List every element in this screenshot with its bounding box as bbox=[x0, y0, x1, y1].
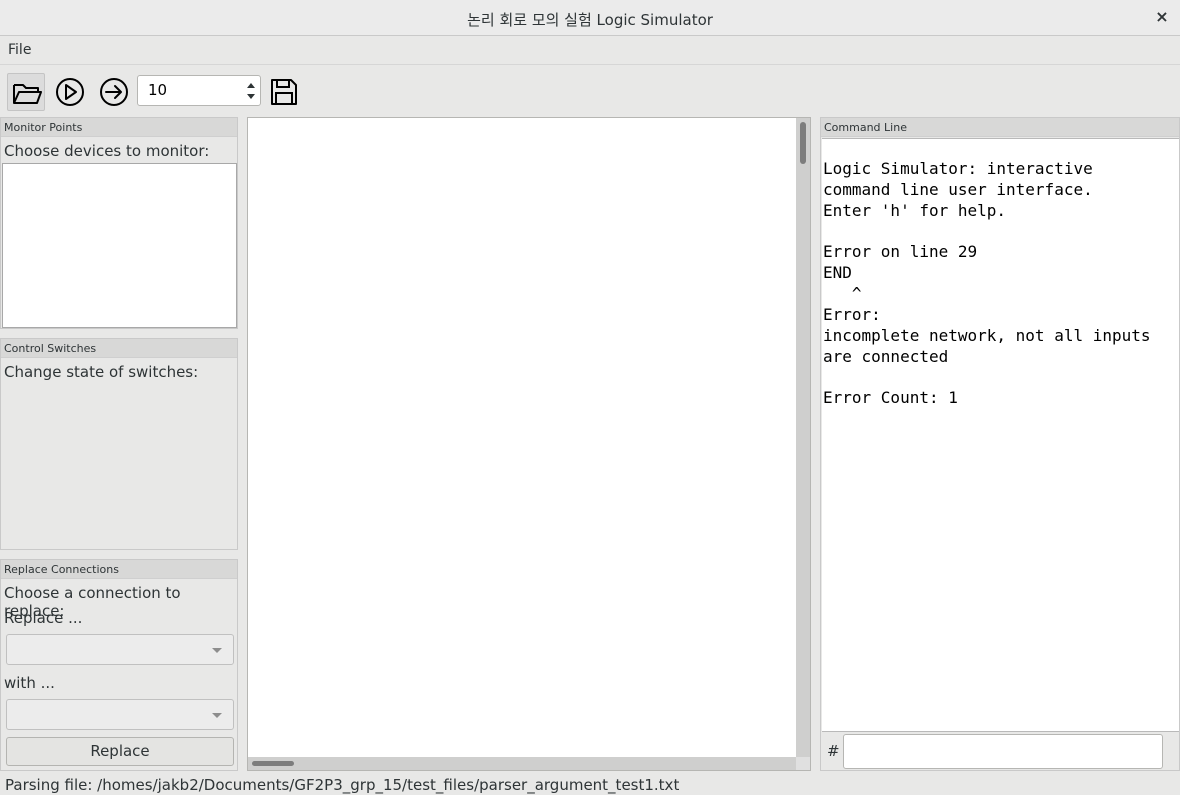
output-line: incomplete network, not all inputs bbox=[823, 326, 1151, 345]
control-switches-title: Control Switches bbox=[1, 339, 237, 358]
command-output: Logic Simulator: interactive command lin… bbox=[822, 138, 1179, 732]
save-button[interactable] bbox=[265, 73, 303, 111]
scroll-corner bbox=[796, 757, 810, 770]
prompt-symbol: # bbox=[827, 742, 840, 760]
output-line: ^ bbox=[823, 284, 862, 303]
vertical-scrollbar[interactable] bbox=[796, 118, 810, 758]
save-icon bbox=[271, 79, 297, 105]
continue-button[interactable] bbox=[95, 73, 133, 111]
toolbar: 10 bbox=[0, 66, 1180, 116]
chevron-down-icon bbox=[212, 648, 222, 653]
with-connection-dropdown[interactable] bbox=[6, 699, 234, 730]
open-folder-icon bbox=[13, 84, 42, 104]
cycles-value[interactable]: 10 bbox=[148, 81, 167, 99]
continue-icon bbox=[100, 78, 128, 106]
status-bar: Parsing file: /homes/jakb2/Documents/GF2… bbox=[0, 773, 1180, 795]
horizontal-scroll-thumb[interactable] bbox=[252, 761, 294, 766]
run-icon bbox=[56, 78, 84, 106]
monitor-points-panel: Monitor Points Choose devices to monitor… bbox=[0, 117, 238, 329]
open-file-button[interactable] bbox=[7, 73, 45, 111]
control-switches-panel: Control Switches Change state of switche… bbox=[0, 338, 238, 550]
spin-arrows bbox=[240, 76, 260, 105]
command-input[interactable] bbox=[843, 734, 1163, 769]
run-button[interactable] bbox=[51, 73, 89, 111]
circuit-canvas[interactable] bbox=[247, 117, 811, 771]
status-text: Parsing file: /homes/jakb2/Documents/GF2… bbox=[5, 776, 680, 794]
output-line: command line user interface. bbox=[823, 180, 1093, 199]
output-line: END bbox=[823, 263, 852, 282]
title-bar: 논리 회로 모의 실험 Logic Simulator × bbox=[0, 0, 1180, 36]
cycles-spinbox[interactable]: 10 bbox=[137, 75, 261, 106]
window-title: 논리 회로 모의 실험 Logic Simulator bbox=[467, 11, 713, 29]
horizontal-scrollbar[interactable] bbox=[248, 757, 797, 770]
command-line-title: Command Line bbox=[821, 118, 1179, 137]
replace-label: Replace ... bbox=[4, 609, 83, 627]
replace-connections-panel: Replace Connections Choose a connection … bbox=[0, 559, 238, 771]
output-line: Enter 'h' for help. bbox=[823, 201, 1007, 220]
output-line: Logic Simulator: interactive bbox=[823, 159, 1093, 178]
replace-button[interactable]: Replace bbox=[6, 737, 234, 766]
vertical-scroll-thumb[interactable] bbox=[800, 122, 806, 164]
monitor-devices-list[interactable] bbox=[2, 163, 237, 328]
spin-up-icon[interactable] bbox=[247, 83, 255, 88]
chevron-down-icon bbox=[212, 713, 222, 718]
replace-connection-dropdown[interactable] bbox=[6, 634, 234, 665]
replace-connections-title: Replace Connections bbox=[1, 560, 237, 579]
output-line: Error on line 29 bbox=[823, 242, 978, 261]
output-line: Error Count: 1 bbox=[823, 388, 958, 407]
menu-file[interactable]: File bbox=[8, 42, 31, 58]
output-line: Error: bbox=[823, 305, 881, 324]
output-line: are connected bbox=[823, 347, 949, 366]
spin-down-icon[interactable] bbox=[247, 94, 255, 99]
close-icon[interactable]: × bbox=[1154, 7, 1170, 27]
monitor-prompt: Choose devices to monitor: bbox=[4, 142, 210, 160]
switches-prompt: Change state of switches: bbox=[4, 363, 199, 381]
command-line-panel: Command Line Logic Simulator: interactiv… bbox=[820, 117, 1180, 771]
with-label: with ... bbox=[4, 674, 55, 692]
menu-bar: File bbox=[0, 37, 1180, 65]
monitor-points-title: Monitor Points bbox=[1, 118, 237, 137]
